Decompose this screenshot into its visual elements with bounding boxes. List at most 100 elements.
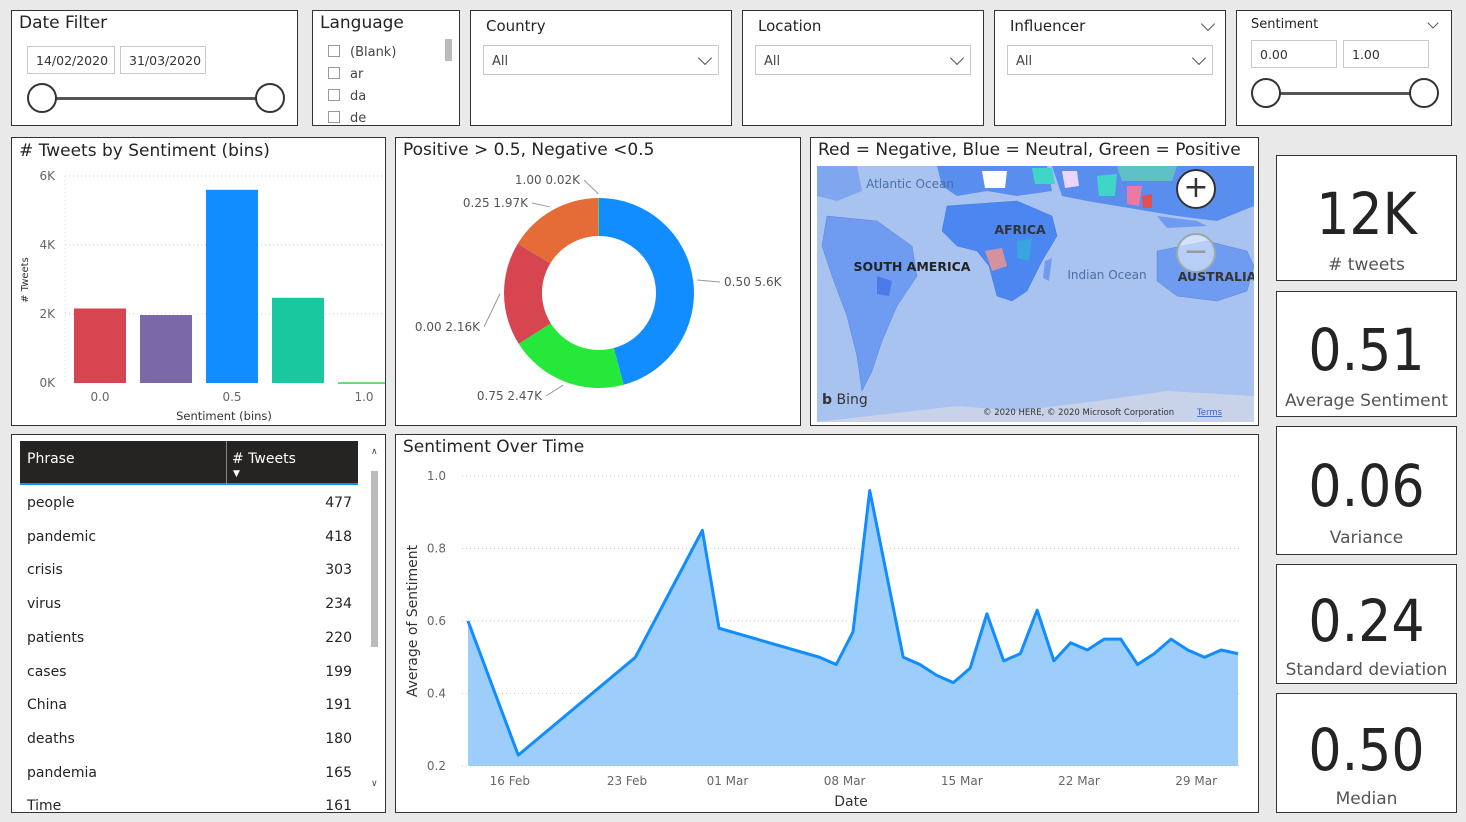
kpi-value: 0.24	[1308, 587, 1425, 655]
checkbox-icon	[328, 111, 340, 123]
scrollbar-thumb[interactable]	[371, 471, 378, 647]
zoom-out-button[interactable]: −	[1176, 233, 1216, 273]
kpi-variance: 0.06 Variance	[1276, 426, 1457, 555]
table-scrollbar[interactable]: ∧ ∨	[371, 447, 379, 801]
y-tick-label: 1.0	[427, 469, 446, 483]
chevron-down-icon[interactable]	[1427, 17, 1439, 29]
x-tick-label: 15 Mar	[941, 774, 983, 788]
kpi-average-sentiment: 0.51 Average Sentiment	[1276, 291, 1457, 417]
influencer-value: All	[1016, 54, 1033, 69]
x-axis-label: Date	[834, 794, 867, 810]
language-option[interactable]: (Blank)	[328, 45, 396, 60]
kpi-tweets: 12K # tweets	[1276, 155, 1457, 281]
location-value: All	[764, 54, 781, 69]
bar	[206, 189, 258, 383]
influencer-slicer: Influencer All	[994, 10, 1226, 126]
y-axis-label: # Tweets	[20, 257, 31, 303]
y-tick-label: 0.8	[427, 542, 446, 556]
map-label-indian: Indian Ocean	[1067, 268, 1146, 282]
column-header-phrase[interactable]: Phrase	[27, 451, 75, 467]
tweets-cell: 234	[325, 596, 352, 613]
kpi-label: Median	[1335, 789, 1398, 809]
slice-label: 0.75 2.47K	[477, 389, 543, 403]
tweets-cell: 199	[325, 663, 352, 680]
zoom-in-button[interactable]: +	[1176, 169, 1216, 209]
date-slider-end-handle[interactable]	[255, 83, 285, 113]
table-row[interactable]: pandemia 165	[26, 757, 356, 791]
tweets-cell: 220	[325, 629, 352, 646]
location-dropdown[interactable]: All	[755, 45, 971, 75]
slice-label: 0.00 2.16K	[415, 320, 481, 334]
language-option[interactable]: da	[328, 89, 366, 104]
chevron-down-icon[interactable]	[1200, 16, 1216, 32]
chevron-down-icon	[697, 50, 713, 66]
map-title: Red = Negative, Blue = Neutral, Green = …	[818, 140, 1241, 160]
scroll-down-icon[interactable]: ∨	[371, 779, 378, 789]
table-row[interactable]: deaths 180	[26, 723, 356, 757]
language-scrollbar[interactable]	[445, 39, 452, 61]
map-label-south-america: SOUTH AMERICA	[854, 259, 971, 274]
table-row[interactable]: pandemic 418	[26, 521, 356, 555]
sentiment-slider-max-handle[interactable]	[1409, 78, 1439, 108]
x-tick-label: 1.0	[354, 390, 373, 404]
x-tick-label: 22 Mar	[1058, 774, 1100, 788]
bar-chart-svg: 0K 2K 4K 6K 0.0 0.5 1.0 Sentiment (bins) # Tweet…	[20, 169, 385, 423]
minus-icon: −	[1183, 234, 1209, 269]
sentiment-slider-min-handle[interactable]	[1251, 78, 1281, 108]
kpi-value: 0.50	[1308, 716, 1425, 784]
x-tick-label: 0.0	[90, 390, 109, 404]
location-slicer: Location All	[742, 10, 984, 126]
tweets-cell: 180	[325, 730, 352, 747]
tweets-cell: 161	[325, 798, 352, 813]
leader-line	[483, 293, 501, 328]
sentiment-slicer: Sentiment 0.00 1.00	[1236, 10, 1452, 126]
date-slider-track[interactable]	[40, 97, 272, 100]
bing-logo: b Bing	[822, 392, 868, 408]
column-header-tweets[interactable]: # Tweets	[232, 451, 296, 467]
sentiment-max-input[interactable]: 1.00	[1343, 40, 1429, 68]
date-start-input[interactable]: 14/02/2020	[27, 46, 115, 74]
x-tick-label: 16 Feb	[490, 774, 530, 788]
leader-line	[545, 384, 564, 397]
scroll-up-icon[interactable]: ∧	[371, 447, 378, 457]
table-row[interactable]: patients 220	[26, 622, 356, 656]
y-axis-label: Average of Sentiment	[405, 544, 421, 697]
sentiment-slicer-title: Sentiment	[1251, 17, 1319, 32]
table-row[interactable]: virus 234	[26, 588, 356, 622]
phrase-cell: Time	[27, 798, 62, 813]
language-option[interactable]: ar	[328, 67, 363, 82]
language-slicer: Language (Blank) ar da de	[312, 10, 460, 126]
table-row[interactable]: crisis 303	[26, 554, 356, 588]
tweets-cell: 191	[325, 697, 352, 714]
kpi-label: Average Sentiment	[1284, 391, 1449, 411]
bar	[74, 308, 126, 383]
sentiment-map: Red = Negative, Blue = Neutral, Green = …	[810, 137, 1259, 426]
date-slider-start-handle[interactable]	[27, 83, 57, 113]
table-row[interactable]: people 477	[26, 487, 356, 521]
influencer-title: Influencer	[1010, 17, 1086, 35]
table-row[interactable]: China 191	[26, 689, 356, 723]
y-tick-label: 0.6	[427, 614, 446, 628]
chevron-down-icon	[949, 50, 965, 66]
sentiment-donut-chart: Positive > 0.5, Negative <0.5 0.50 5.6K 0…	[395, 137, 801, 426]
checkbox-icon	[328, 89, 340, 101]
sentiment-min-input[interactable]: 0.00	[1251, 40, 1337, 68]
language-option[interactable]: de	[328, 111, 366, 125]
y-tick-label: 0K	[39, 376, 56, 390]
date-end-input[interactable]: 31/03/2020	[120, 46, 206, 74]
table-row[interactable]: cases 199	[26, 656, 356, 690]
donut-chart-svg: 0.50 5.6K 0.75 2.47K 0.00 2.16K 0.25 1.97K 1…	[415, 173, 783, 403]
y-tick-label: 6K	[39, 169, 56, 183]
kpi-label: # tweets	[1328, 255, 1405, 275]
influencer-dropdown[interactable]: All	[1007, 45, 1213, 75]
y-tick-label: 4K	[39, 238, 56, 252]
x-tick-label: 23 Feb	[607, 774, 647, 788]
table-row[interactable]: Time 161	[26, 790, 356, 813]
kpi-value: 0.51	[1308, 316, 1425, 384]
country-dropdown[interactable]: All	[483, 45, 719, 75]
slice-label: 1.00 0.02K	[515, 173, 581, 187]
x-tick-label: 08 Mar	[824, 774, 866, 788]
tweets-by-sentiment-chart: # Tweets by Sentiment (bins) 0K 2K 4K 6K 0.0…	[11, 137, 386, 426]
bar	[338, 382, 385, 384]
sentiment-slider-track[interactable]	[1265, 92, 1425, 95]
